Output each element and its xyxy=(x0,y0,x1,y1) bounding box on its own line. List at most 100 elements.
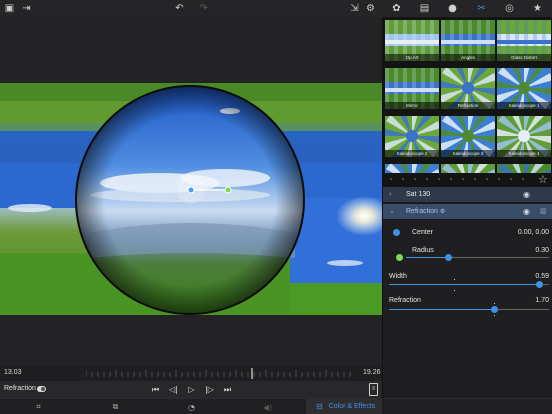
radius-slider-fill xyxy=(406,257,449,258)
bottom-tab-bar: ⌗ ⧉ ◔ ◀) ⊟ Color & Effects xyxy=(0,398,552,414)
effects-panel: Op Art Angles Glass Distort Mirror Refractio… xyxy=(382,17,552,398)
radius-color-dot xyxy=(396,254,403,261)
width-slider[interactable] xyxy=(389,281,549,288)
effect-thumbnail[interactable]: Angles xyxy=(441,20,495,61)
transport-bar: Refraction ⏮ ◁| ▷ |▷ ⏭ ≡ xyxy=(0,381,382,398)
radius-slider[interactable] xyxy=(406,254,549,261)
step-back-icon[interactable]: ◁| xyxy=(168,384,179,395)
tab-color-effects[interactable]: ⊟ Color & Effects xyxy=(306,399,382,414)
effect-preview-image xyxy=(497,164,551,173)
effect-thumbnail[interactable] xyxy=(385,164,439,173)
video-frame-image xyxy=(0,83,382,315)
refraction-slider-fill xyxy=(389,309,495,310)
radius-label: Radius xyxy=(412,247,434,254)
layer-name: Sat 130 xyxy=(406,191,431,198)
undo-icon[interactable]: ↶ xyxy=(173,2,186,15)
effect-preview-image xyxy=(385,164,439,173)
effect-thumbnail[interactable]: Mirror xyxy=(385,68,439,109)
radius-value: 0.30 xyxy=(535,247,549,254)
center-label: Center xyxy=(412,229,434,236)
video-frame[interactable] xyxy=(0,83,382,315)
width-default-mark xyxy=(454,279,455,280)
step-forward-icon[interactable]: |▷ xyxy=(204,384,215,395)
layer-row-refraction[interactable]: ⌄ Refraction ⚙ ◉ ▥ xyxy=(383,204,552,220)
radius-slider-knob[interactable] xyxy=(445,254,453,261)
gradient-icon[interactable]: ▤ xyxy=(418,2,431,15)
refraction-default-mark xyxy=(494,315,495,316)
import-icon[interactable]: ⇥ xyxy=(20,2,33,15)
refraction-slider-knob[interactable] xyxy=(491,306,499,313)
effect-thumbnail-label: Op Art xyxy=(385,54,439,61)
skip-to-start-icon[interactable]: ⏮ xyxy=(150,384,161,395)
effect-thumbnail[interactable]: Kaleidoscope 4 xyxy=(497,116,551,157)
speed-icon[interactable]: ◔ xyxy=(186,402,197,412)
crop-icon[interactable]: ⧉ xyxy=(110,402,121,412)
video-viewer[interactable] xyxy=(0,17,382,366)
chevron-down-icon[interactable]: ⌄ xyxy=(389,207,395,215)
effect-parameters: Center 0.00, 0.00 Radius 0.30 Width 0.59… xyxy=(383,220,552,398)
color-effects-icon: ⊟ xyxy=(316,402,323,411)
star-icon[interactable]: ★ xyxy=(531,2,544,15)
effect-thumbnail[interactable] xyxy=(497,164,551,173)
effects-icon[interactable]: ✂ xyxy=(475,2,488,15)
effect-thumbnail-label: Kaleidoscope 4 xyxy=(497,150,551,157)
page-indicator xyxy=(390,178,524,180)
audio-icon: ◀) xyxy=(262,402,273,412)
timeline-ticks[interactable] xyxy=(86,368,354,379)
end-timecode: 19.26 xyxy=(363,369,381,376)
center-handle[interactable] xyxy=(187,186,195,194)
target-icon[interactable]: ◎ xyxy=(503,2,516,15)
effect-preview-image xyxy=(441,164,495,173)
refraction-default-mark xyxy=(494,303,495,304)
effect-thumbnail-label: Angles xyxy=(441,54,495,61)
effect-thumbnail[interactable]: Kaleidoscope 2 xyxy=(385,116,439,157)
export-frame-icon[interactable]: ≡ xyxy=(369,383,378,396)
layer-row-sat-130[interactable]: › Sat 130 ◉ xyxy=(383,187,552,203)
redo-icon: ↷ xyxy=(199,2,208,14)
effect-thumbnail-label: Kaleidoscope 3 xyxy=(441,150,495,157)
adjust-icon[interactable]: ⌗ xyxy=(33,402,44,412)
effect-thumbnail[interactable]: Refraction xyxy=(441,68,495,109)
favorite-star-icon[interactable]: ☆ xyxy=(538,173,548,186)
photo-library-icon[interactable]: ▣ xyxy=(3,2,16,15)
tab-color-effects-label: Color & Effects xyxy=(328,403,376,410)
timeline-scrubber[interactable]: 13.03 19.26 xyxy=(0,366,382,381)
top-toolbar: ▣ ⇥ ↶ ↷ ⇲ ⚙ ✿ ▤ ● ✂ ◎ ★ xyxy=(0,0,552,17)
width-default-mark xyxy=(454,290,455,291)
effect-thumbnail[interactable] xyxy=(441,164,495,173)
layer-enable-toggle[interactable] xyxy=(37,386,46,392)
effect-thumbnail-label: Mirror xyxy=(385,102,439,109)
effect-thumbnail-label: Kaleidoscope 1 xyxy=(497,102,551,109)
width-label: Width xyxy=(389,273,407,280)
refraction-value: 1.70 xyxy=(535,297,549,304)
effects-library[interactable]: Op Art Angles Glass Distort Mirror Refractio… xyxy=(383,17,552,187)
effect-thumbnail[interactable]: Op Art xyxy=(385,20,439,61)
center-color-dot xyxy=(393,229,400,236)
effect-thumbnail[interactable]: Kaleidoscope 3 xyxy=(441,116,495,157)
visibility-eye-icon[interactable]: ◉ xyxy=(523,207,530,216)
current-layer-label: Refraction xyxy=(4,385,36,392)
refraction-slider[interactable] xyxy=(389,306,549,313)
chevron-right-icon[interactable]: › xyxy=(389,190,392,198)
trash-icon[interactable]: ▥ xyxy=(540,207,547,215)
start-timecode: 13.03 xyxy=(4,369,22,376)
settings-gear-icon[interactable]: ⚙ xyxy=(364,2,377,15)
visibility-eye-icon[interactable]: ◉ xyxy=(523,190,530,199)
width-slider-knob[interactable] xyxy=(535,281,543,288)
refraction-label: Refraction xyxy=(389,297,421,304)
width-slider-fill xyxy=(389,284,540,285)
effect-thumbnail-label: Refraction xyxy=(441,102,495,109)
skip-to-end-icon[interactable]: ⏭ xyxy=(222,384,233,395)
effect-thumbnail[interactable]: Kaleidoscope 1 xyxy=(497,68,551,109)
width-value: 0.59 xyxy=(535,273,549,280)
effect-thumbnail[interactable]: Glass Distort xyxy=(497,20,551,61)
play-icon[interactable]: ▷ xyxy=(186,384,197,395)
layer-name: Refraction ⚙ xyxy=(406,208,446,215)
effect-thumbnail-label: Glass Distort xyxy=(497,54,551,61)
effect-thumbnail-label: Kaleidoscope 2 xyxy=(385,150,439,157)
radius-handle[interactable] xyxy=(224,186,232,194)
palette-icon[interactable]: ✿ xyxy=(390,2,403,15)
droplet-icon[interactable]: ● xyxy=(446,2,459,15)
export-share-icon[interactable]: ⇲ xyxy=(348,2,361,15)
center-value: 0.00, 0.00 xyxy=(517,229,549,236)
